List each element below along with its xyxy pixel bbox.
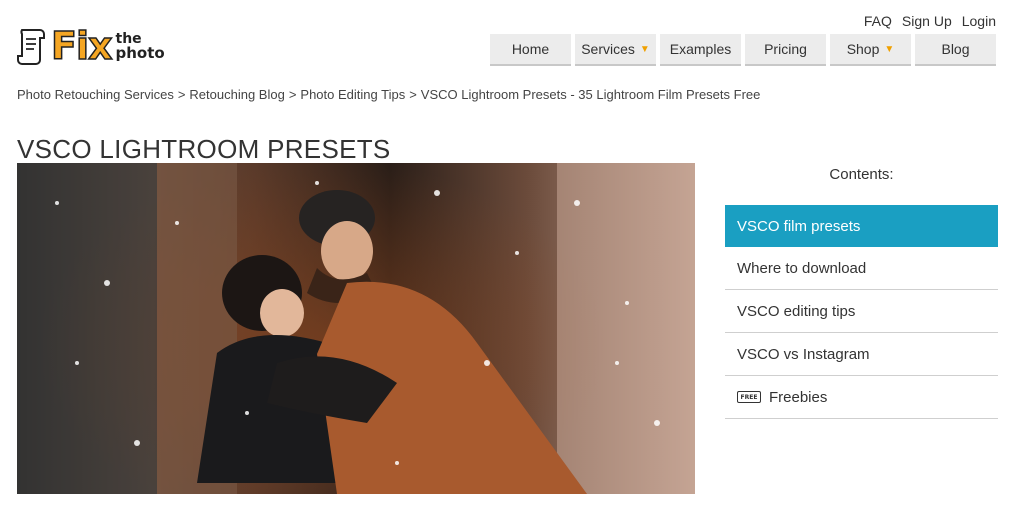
- nav-blog[interactable]: Blog: [915, 34, 996, 66]
- logo-scroll-icon: [17, 29, 45, 65]
- chevron-down-icon: ▼: [639, 43, 650, 55]
- nav-home[interactable]: Home: [490, 34, 571, 66]
- nav-pricing[interactable]: Pricing: [745, 34, 826, 66]
- nav-shop[interactable]: Shop ▼: [830, 34, 911, 66]
- toc-item-vsco-film-presets[interactable]: VSCO film presets: [725, 205, 998, 247]
- top-links: FAQ Sign Up Login: [864, 13, 996, 29]
- sign-up-link[interactable]: Sign Up: [902, 13, 952, 29]
- breadcrumb-current: VSCO Lightroom Presets - 35 Lightroom Fi…: [420, 87, 761, 102]
- toc-item-vsco-vs-instagram[interactable]: VSCO vs Instagram: [725, 333, 998, 376]
- main-nav: Home Services ▼ Examples Pricing Shop ▼ Bl…: [490, 34, 996, 66]
- couple-photo-illustration: [17, 163, 695, 494]
- breadcrumb-link[interactable]: Photo Retouching Services: [17, 87, 174, 102]
- logo-subtext: the photo: [115, 31, 165, 62]
- breadcrumb-link[interactable]: Retouching Blog: [189, 87, 284, 102]
- breadcrumb-link[interactable]: Photo Editing Tips: [300, 87, 405, 102]
- chevron-down-icon: ▼: [884, 43, 895, 55]
- toc-item-freebies[interactable]: FREE Freebies: [725, 376, 998, 419]
- free-tag-icon: FREE: [737, 391, 761, 403]
- contents-title: Contents:: [829, 166, 894, 183]
- faq-link[interactable]: FAQ: [864, 13, 892, 29]
- toc-item-vsco-editing-tips[interactable]: VSCO editing tips: [725, 290, 998, 333]
- logo-text: Fix: [50, 24, 113, 68]
- site-logo[interactable]: Fix the photo: [17, 26, 177, 66]
- page-title: VSCO LIGHTROOM PRESETS: [17, 134, 391, 164]
- breadcrumb: Photo Retouching Services > Retouching Blo…: [17, 87, 761, 102]
- toc-item-where-to-download[interactable]: Where to download: [725, 247, 998, 290]
- login-link[interactable]: Login: [962, 13, 996, 29]
- hero-photo: [17, 163, 695, 494]
- nav-examples[interactable]: Examples: [660, 34, 741, 66]
- table-of-contents: VSCO film presets Where to download VSCO…: [725, 205, 998, 419]
- nav-services[interactable]: Services ▼: [575, 34, 656, 66]
